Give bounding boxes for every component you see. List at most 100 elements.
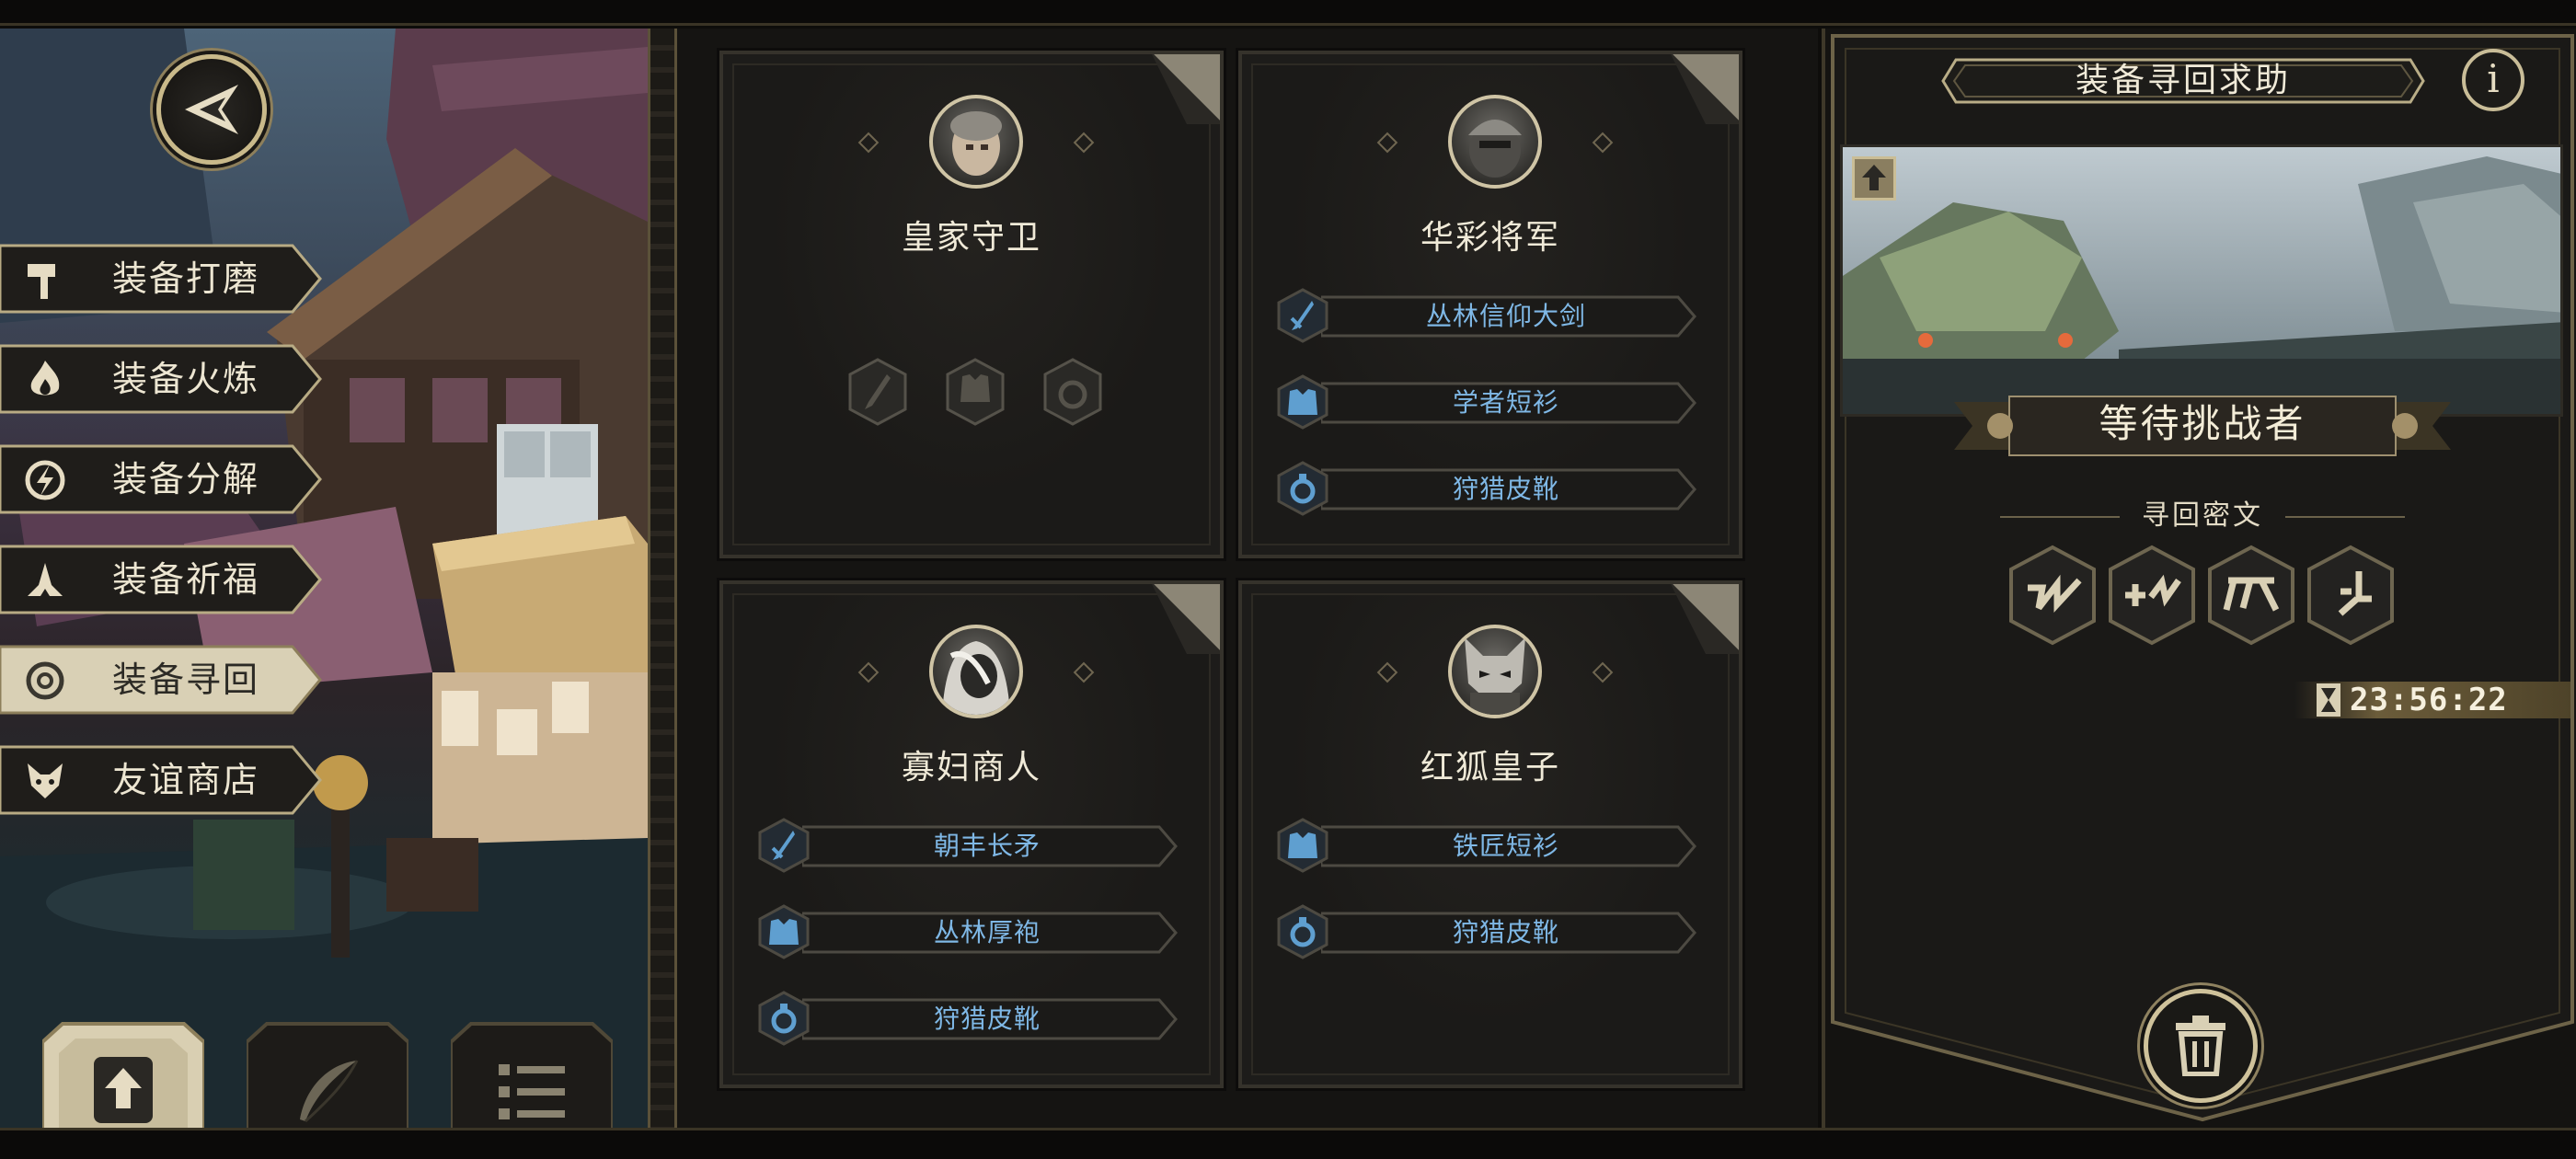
menu-item-refine[interactable]: 装备火炼 (0, 342, 324, 416)
general-portrait (1448, 95, 1542, 189)
npc-name: 寡妇商人 (901, 749, 1041, 786)
menu-item-disassemble[interactable]: 装备分解 (0, 442, 324, 516)
npc-name: 红狐皇子 (1420, 749, 1560, 786)
rune-3-icon (2208, 545, 2294, 646)
page-fold-corner (1671, 584, 1739, 654)
pray-hands-icon (28, 563, 63, 596)
cipher-runes (2006, 544, 2410, 654)
back-button[interactable] (156, 54, 267, 165)
ring-icon (1277, 904, 1328, 959)
list-button[interactable] (449, 1022, 615, 1128)
equipment-name: 朝丰长矛 (933, 831, 1041, 861)
fox-icon (28, 763, 63, 798)
menu-item-label: 装备打磨 (112, 258, 260, 299)
disassemble-icon (25, 460, 65, 500)
sword-icon (848, 358, 907, 426)
menu-item-label: 友谊商店 (112, 760, 260, 800)
npc-card-widow-merchant[interactable]: 寡妇商人 朝丰长矛 丛林厚袍 狩猎皮靴 (717, 578, 1226, 1091)
retrieve-help-panel: 装备寻回求助 i 等待挑战者 寻回密文 23:56:22 (1822, 29, 2576, 1128)
panel-title-banner: 装备寻回求助 (1939, 54, 2427, 108)
royal-guard-portrait (929, 95, 1023, 189)
menu-item-polish[interactable]: 装备打磨 (0, 242, 324, 316)
menu-item-label: 装备祈福 (112, 559, 260, 600)
upload-button[interactable] (40, 1022, 206, 1128)
card-grid: 皇家守卫 华彩将军 丛林信仰大剑 学者短衫 狩猎皮靴 寡妇商人 朝丰长矛 丛林厚… (677, 29, 1818, 1128)
menu-item-friend-shop[interactable]: 友谊商店 (0, 743, 324, 817)
npc-name: 皇家守卫 (901, 219, 1041, 257)
equipment-slot-armor[interactable]: 铁匠短衫 (1275, 818, 1696, 873)
boss-preview-image (1840, 144, 2563, 417)
rune-1-icon (2009, 545, 2096, 646)
hourglass-icon (2317, 683, 2340, 717)
equipment-name: 狩猎皮靴 (933, 1004, 1041, 1034)
feather-icon (300, 1060, 359, 1123)
timer-text: 23:56:22 (2350, 682, 2508, 718)
status-banner: 等待挑战者 (1954, 384, 2451, 468)
upload-icon (1862, 165, 1886, 190)
list-icon (499, 1064, 565, 1119)
npc-card-fox-prince[interactable]: 红狐皇子 铁匠短衫 狩猎皮靴 (1236, 578, 1745, 1091)
equipment-name: 丛林信仰大剑 (1425, 301, 1586, 331)
equipment-name: 狩猎皮靴 (1452, 474, 1559, 504)
menu-item-retrieve[interactable]: 装备寻回 (0, 643, 324, 717)
sword-icon (1277, 288, 1328, 343)
page-fold-corner (1671, 54, 1739, 124)
armor-icon (758, 904, 810, 959)
equipment-slot-accessory[interactable]: 狩猎皮靴 (1275, 904, 1696, 959)
countdown-timer: 23:56:22 (2294, 678, 2570, 722)
equipment-slot-accessory[interactable]: 狩猎皮靴 (1275, 461, 1696, 516)
flame-icon (30, 361, 60, 396)
empty-equipment-slots (723, 358, 1220, 431)
npc-card-general[interactable]: 华彩将军 丛林信仰大剑 学者短衫 狩猎皮靴 (1236, 48, 1745, 561)
equipment-slot-armor[interactable]: 丛林厚袍 (756, 904, 1178, 959)
back-arrow-icon (185, 85, 238, 134)
ring-icon (1043, 358, 1102, 426)
npc-name: 华彩将军 (1420, 219, 1560, 257)
widow-merchant-portrait (929, 625, 1023, 718)
page-fold-corner (1152, 584, 1220, 654)
top-frame (0, 0, 2576, 26)
bottom-frame (0, 1128, 2576, 1159)
ring-icon (1277, 461, 1328, 516)
armor-icon (1277, 818, 1328, 873)
upload-icon (94, 1057, 153, 1123)
panel-title: 装备寻回求助 (2075, 62, 2291, 99)
ornate-divider (648, 29, 677, 1128)
rune-slot[interactable] (2204, 544, 2298, 647)
menu-item-label: 装备分解 (112, 459, 260, 499)
fox-prince-portrait (1448, 625, 1542, 718)
equipment-name: 铁匠短衫 (1452, 831, 1559, 861)
cancel-retrieve-button[interactable] (2144, 989, 2258, 1103)
npc-card-royal-guard[interactable]: 皇家守卫 (717, 48, 1226, 561)
town-scene: 装备打磨 装备火炼 装备分解 装备祈福 装备寻回 友谊商店 (0, 29, 648, 1128)
hammer-icon (28, 264, 55, 299)
page-fold-corner (1152, 54, 1220, 124)
ring-icon (758, 991, 810, 1046)
sword-icon (758, 818, 810, 873)
menu-item-label: 装备寻回 (112, 660, 260, 700)
equipment-name: 狩猎皮靴 (1452, 917, 1559, 947)
rune-slot[interactable] (2006, 544, 2099, 647)
menu-item-bless[interactable]: 装备祈福 (0, 543, 324, 616)
equipment-name: 学者短衫 (1452, 387, 1559, 418)
equipment-name: 丛林厚袍 (933, 917, 1041, 947)
rune-slot[interactable] (2304, 544, 2398, 647)
feather-button[interactable] (245, 1022, 410, 1128)
cipher-title-text: 寻回密文 (2142, 499, 2263, 532)
equipment-slot-armor[interactable]: 学者短衫 (1275, 374, 1696, 430)
rune-2-icon (2109, 545, 2195, 646)
info-icon: i (2487, 56, 2500, 101)
equipment-slot-weapon[interactable]: 丛林信仰大剑 (1275, 288, 1696, 343)
menu-item-label: 装备火炼 (112, 359, 260, 399)
side-menu: 装备打磨 装备火炼 装备分解 装备祈福 装备寻回 友谊商店 (0, 242, 324, 843)
share-button[interactable] (1852, 156, 1896, 201)
equipment-slot-accessory[interactable]: 狩猎皮靴 (756, 991, 1178, 1046)
trash-icon (2176, 1016, 2225, 1076)
rune-slot[interactable] (2105, 544, 2199, 647)
info-button[interactable]: i (2462, 49, 2524, 111)
rune-4-icon (2307, 545, 2394, 646)
armor-icon (1277, 374, 1328, 430)
equipment-slot-weapon[interactable]: 朝丰长矛 (756, 818, 1178, 873)
status-text: 等待挑战者 (2099, 401, 2306, 446)
armor-icon (946, 358, 1005, 426)
